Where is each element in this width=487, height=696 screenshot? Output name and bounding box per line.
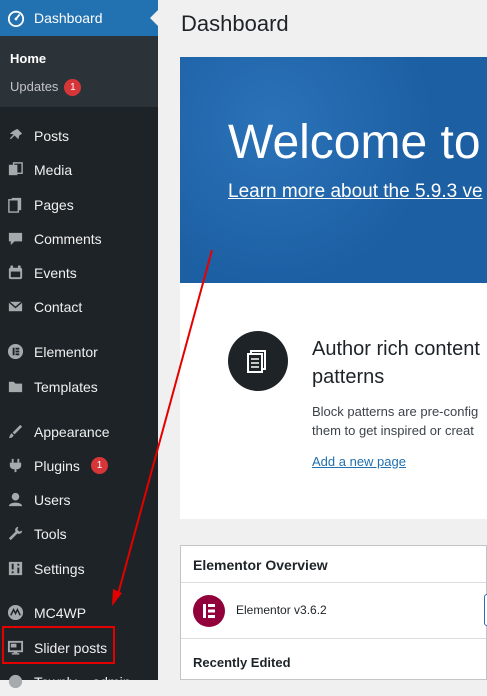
sidebar-item-label: Settings <box>34 561 85 577</box>
pages-icon <box>8 197 22 213</box>
patterns-description: Block patterns are pre-config them to ge… <box>312 402 487 440</box>
folder-icon <box>8 381 23 393</box>
sidebar-item-tools[interactable]: Tools <box>0 518 158 548</box>
sidebar-item-templates[interactable]: Templates <box>0 371 158 401</box>
sidebar-item-mc4wp[interactable]: MC4WP <box>0 597 158 627</box>
welcome-panel: Welcome to Learn more about the 5.9.3 ve <box>180 57 487 283</box>
welcome-patterns-column: Author rich content patterns Block patte… <box>180 283 487 519</box>
envelope-icon <box>8 301 23 312</box>
sidebar-item-posts[interactable]: Posts <box>0 120 158 150</box>
sidebar-item-label: Comments <box>34 231 102 247</box>
patterns-heading: Author rich content patterns <box>312 338 480 388</box>
elementor-icon <box>7 343 24 360</box>
brush-icon <box>8 424 23 439</box>
sidebar-item-settings[interactable]: Settings <box>0 553 158 583</box>
sidebar-item-events[interactable]: Events <box>0 257 158 287</box>
submenu-item-updates[interactable]: Updates 1 <box>10 79 82 97</box>
active-indicator <box>150 10 158 26</box>
sidebar-item-label: Townly – admin <box>34 674 131 690</box>
sidebar-item-label: Posts <box>34 128 70 144</box>
recently-edited-heading: Recently Edited <box>193 655 291 670</box>
sidebar-item-media[interactable]: Media <box>0 154 158 184</box>
pushpin-icon <box>9 128 23 140</box>
sidebar-item-townly-admin[interactable]: Townly – admin <box>0 666 158 696</box>
updates-count-badge: 1 <box>64 79 82 97</box>
elementor-logo-icon <box>193 595 225 627</box>
sidebar-item-label: Contact <box>34 299 83 315</box>
description-line: Block patterns are pre-config <box>312 404 479 419</box>
sidebar-item-label: Events <box>34 265 77 281</box>
sidebar-item-dashboard[interactable]: Dashboard <box>0 0 158 36</box>
sidebar-item-label: Pages <box>34 197 74 213</box>
dashboard-submenu: Home Updates 1 <box>0 36 158 107</box>
sidebar-item-users[interactable]: Users <box>0 484 158 514</box>
submenu-label: Updates <box>10 79 59 94</box>
dashboard-gauge-icon <box>7 10 25 27</box>
sidebar-item-label: Templates <box>34 379 98 395</box>
user-icon <box>8 492 23 507</box>
sidebar-item-comments[interactable]: Comments <box>0 223 158 253</box>
sidebar-item-label: Media <box>34 162 73 178</box>
plugins-count-badge: 1 <box>91 457 108 474</box>
sidebar-item-elementor[interactable]: Elementor <box>0 336 158 366</box>
sidebar-item-label: Tools <box>34 526 67 542</box>
townly-icon <box>8 674 23 689</box>
page-title: Dashboard <box>181 11 289 36</box>
annotation-highlight-box <box>2 626 115 664</box>
mc4wp-icon <box>7 604 24 621</box>
sidebar-item-pages[interactable]: Pages <box>0 189 158 219</box>
sidebar-item-label: Appearance <box>34 424 110 440</box>
description-line: them to get inspired or creat <box>312 423 474 438</box>
events-icon <box>8 265 23 280</box>
sidebar-item-appearance[interactable]: Appearance <box>0 416 158 446</box>
sidebar-item-label: MC4WP <box>34 605 87 621</box>
learn-more-link[interactable]: Learn more about the 5.9.3 ve <box>228 181 483 203</box>
divider <box>181 582 486 583</box>
welcome-heading: Welcome to <box>228 116 481 169</box>
sidebar-item-label: Plugins <box>34 458 80 474</box>
divider <box>181 638 486 639</box>
sidebar-item-contact[interactable]: Contact <box>0 291 158 321</box>
wrench-icon <box>8 526 23 541</box>
media-icon <box>8 162 23 176</box>
block-patterns-icon <box>228 331 288 391</box>
sidebar-item-plugins[interactable]: Plugins 1 <box>0 450 158 480</box>
plugin-icon <box>9 458 22 473</box>
sidebar-item-label: Users <box>34 492 71 508</box>
comments-icon <box>8 232 23 246</box>
admin-sidebar: Dashboard Home Updates 1 Posts Media Pages C… <box>0 0 158 690</box>
sliders-icon <box>8 561 23 576</box>
widget-title: Elementor Overview <box>193 557 328 573</box>
add-new-page-link[interactable]: Add a new page <box>312 454 406 469</box>
submenu-label: Home <box>10 51 47 66</box>
submenu-item-home[interactable]: Home <box>10 51 46 66</box>
elementor-version: Elementor v3.6.2 <box>236 603 327 617</box>
sidebar-item-label: Elementor <box>34 344 98 360</box>
elementor-overview-widget: Elementor Overview Elementor v3.6.2 Rece… <box>180 545 487 680</box>
sidebar-item-label: Dashboard <box>34 10 103 26</box>
